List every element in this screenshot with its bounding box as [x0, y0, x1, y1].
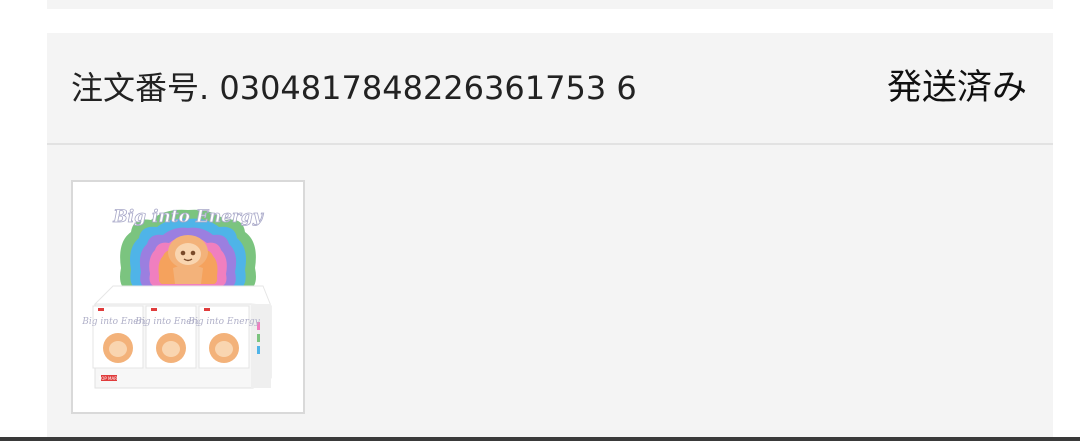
- previous-order-card: [47, 0, 1053, 9]
- order-header: 注文番号. 0304817848226361753 6 発送済み: [47, 33, 1053, 145]
- svg-text:Big into Energy: Big into Energy: [187, 317, 260, 327]
- order-list-page: 注文番号. 0304817848226361753 6 発送済み Big int…: [0, 0, 1080, 441]
- product-logo-text: Big into Energy: [112, 207, 264, 227]
- order-status: 発送済み: [886, 68, 1027, 108]
- order-card[interactable]: 注文番号. 0304817848226361753 6 発送済み Big int…: [47, 33, 1053, 441]
- product-thumbnail[interactable]: Big into Energy Big into Energy Big into…: [71, 180, 305, 414]
- bottom-divider: [0, 437, 1080, 441]
- svg-text:POP MART: POP MART: [99, 376, 120, 381]
- order-number: 注文番号. 0304817848226361753 6: [71, 69, 637, 107]
- product-box-display-image: Big into Energy Big into Energy Big into…: [81, 207, 272, 389]
